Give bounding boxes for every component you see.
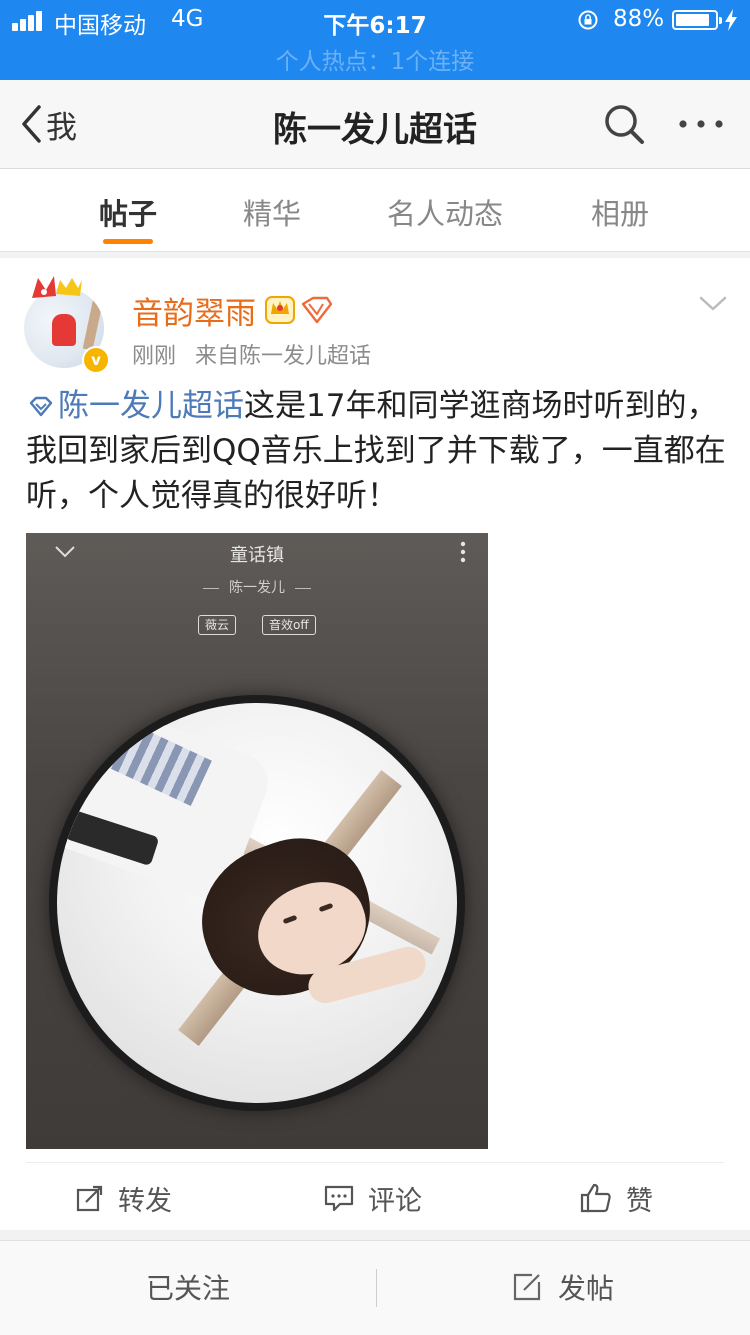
verified-badge: v xyxy=(82,346,110,374)
compose-button[interactable]: 发帖 xyxy=(376,1265,750,1309)
tab-album[interactable]: 相册 xyxy=(591,191,649,233)
tab-featured[interactable]: 精华 xyxy=(243,191,301,233)
avatar[interactable]: v xyxy=(24,272,110,374)
post-source[interactable]: 来自陈一发儿超话 xyxy=(195,344,371,369)
song-title: 童话镇 xyxy=(230,545,284,566)
song-artist: 陈一发儿 xyxy=(26,577,488,597)
battery-icon xyxy=(672,10,722,30)
chevron-down-icon[interactable] xyxy=(698,294,728,314)
lock-rotation-icon xyxy=(578,10,598,30)
battery-percent: 88% xyxy=(613,6,665,32)
status-bar: 中国移动 4G 下午6:17 88% 个人热点：1个连接 xyxy=(0,0,750,80)
like-icon xyxy=(580,1183,611,1213)
chip-1: 薇云 xyxy=(198,615,237,635)
topic-diamond-icon xyxy=(29,396,53,417)
tab-posts[interactable]: 帖子 xyxy=(99,191,157,233)
compose-label: 发帖 xyxy=(557,1272,614,1305)
album-photo xyxy=(57,703,457,1103)
tab-bar: 帖子 精华 名人动态 相册 xyxy=(0,169,750,252)
topic-label: 陈一发儿超话 xyxy=(58,388,244,424)
charging-bolt-icon xyxy=(725,9,737,31)
topic-link[interactable]: 陈一发儿超话 xyxy=(26,388,244,424)
comment-label: 评论 xyxy=(368,1185,422,1217)
tab-celebrity-updates[interactable]: 名人动态 xyxy=(387,191,503,233)
bottom-bar: 已关注 发帖 xyxy=(0,1240,750,1335)
nav-bar: 我 陈一发儿超话 xyxy=(0,80,750,169)
repost-button[interactable]: 转发 xyxy=(76,1178,172,1218)
album-disc xyxy=(49,695,465,1111)
compose-icon xyxy=(513,1273,541,1301)
more-icon[interactable] xyxy=(676,102,726,146)
status-row: 中国移动 4G 下午6:17 88% xyxy=(0,0,750,42)
card-divider xyxy=(26,1162,724,1163)
post-body: 陈一发儿超话这是17年和同学逛商场时听到的，我回到家后到QQ音乐上找到了并下载了… xyxy=(26,384,726,519)
more-vertical-icon xyxy=(460,541,466,563)
repost-label: 转发 xyxy=(118,1185,172,1217)
search-icon[interactable] xyxy=(602,102,646,146)
tab-indicator xyxy=(103,239,153,244)
post-time: 刚刚 xyxy=(132,344,177,369)
like-label: 赞 xyxy=(626,1185,653,1217)
comment-icon xyxy=(324,1185,354,1212)
followed-button[interactable]: 已关注 xyxy=(0,1267,376,1307)
like-button[interactable]: 赞 xyxy=(580,1178,653,1218)
avatar-pendant-icon xyxy=(32,276,82,298)
post-image[interactable]: 童话镇 陈一发儿 薇云 音效off xyxy=(26,533,488,1149)
hotspot-banner[interactable]: 个人热点：1个连接 xyxy=(0,42,750,76)
repost-icon xyxy=(76,1185,103,1212)
comment-button[interactable]: 评论 xyxy=(324,1178,422,1218)
post-meta: 刚刚 来自陈一发儿超话 xyxy=(132,338,371,370)
username[interactable]: 音韵翠雨 xyxy=(132,288,256,333)
post-card: v 音韵翠雨 刚刚 来自陈一发儿超话 陈一发儿超话这是17年和同学逛商场时听到的… xyxy=(0,258,750,1230)
vip-crown-icon xyxy=(265,296,333,324)
chip-2: 音效off xyxy=(262,615,316,635)
